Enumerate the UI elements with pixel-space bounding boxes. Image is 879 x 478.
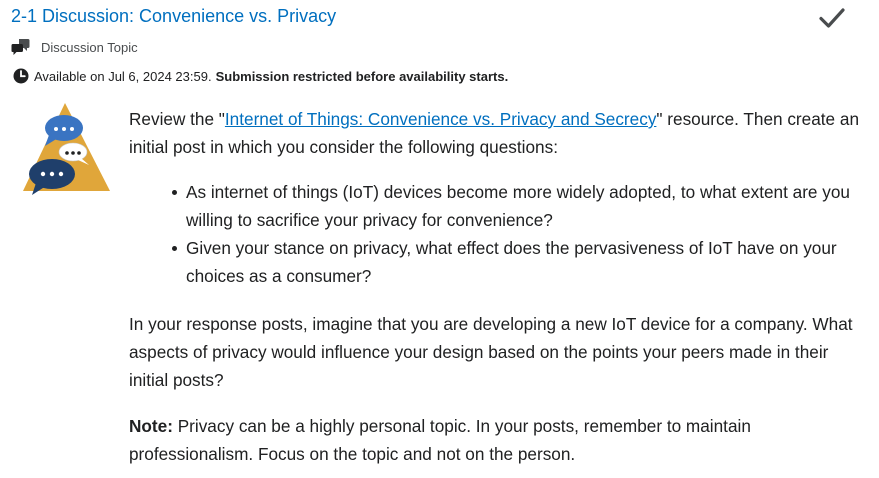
intro-paragraph: Review the "Internet of Things: Convenie… xyxy=(129,105,859,161)
resource-link[interactable]: Internet of Things: Convenience vs. Priv… xyxy=(225,109,657,129)
checkmark-icon xyxy=(819,8,845,28)
discussion-instructions: Review the "Internet of Things: Convenie… xyxy=(129,105,859,468)
question-item: As internet of things (IoT) devices beco… xyxy=(172,178,859,234)
topic-type-label: Discussion Topic xyxy=(41,39,138,55)
response-paragraph: In your response posts, imagine that you… xyxy=(129,314,853,390)
restriction-text: Submission restricted before availabilit… xyxy=(215,68,509,84)
note-label: Note: xyxy=(129,416,173,436)
note-paragraph: Note: Privacy can be a highly personal t… xyxy=(129,412,859,468)
discussion-bubbles-illustration xyxy=(23,103,110,195)
availability-row: Available on Jul 6, 2024 23:59. Submissi… xyxy=(11,66,508,86)
intro-text-before: Review the " xyxy=(129,109,225,129)
discussion-title-link[interactable]: 2-1 Discussion: Convenience vs. Privacy xyxy=(11,4,336,28)
topic-type-row: Discussion Topic xyxy=(11,37,138,57)
availability-text: Available on Jul 6, 2024 23:59. xyxy=(34,68,212,84)
clock-icon xyxy=(11,66,31,86)
question-item: Given your stance on privacy, what effec… xyxy=(172,234,859,290)
note-text: Privacy can be a highly personal topic. … xyxy=(129,416,751,464)
discussion-icon xyxy=(11,37,31,57)
question-list: As internet of things (IoT) devices beco… xyxy=(129,178,859,290)
discussion-topic-page: 2-1 Discussion: Convenience vs. Privacy … xyxy=(0,0,879,478)
